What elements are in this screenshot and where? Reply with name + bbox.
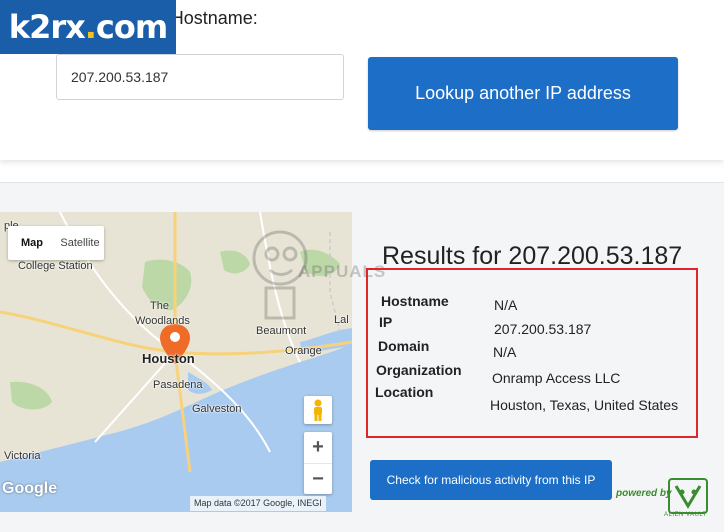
alienvault-logo-icon[interactable] xyxy=(668,478,708,514)
result-key-domain: Domain xyxy=(378,338,430,354)
map-label-college-station: College Station xyxy=(18,260,93,272)
map-type-toggle: Map Satellite xyxy=(8,226,104,260)
map-attribution[interactable]: Map data ©2017 Google, INEGI xyxy=(190,496,326,511)
map-label-woodlands: Woodlands xyxy=(135,315,190,327)
result-value-ip: 207.200.53.187 xyxy=(494,321,592,337)
map-label-pasadena: Pasadena xyxy=(153,379,203,391)
k2rx-logo: k2rx. com xyxy=(0,0,176,54)
pegman-icon xyxy=(314,399,322,421)
satellite-view-button[interactable]: Satellite xyxy=(56,226,104,260)
map-label-galveston: Galveston xyxy=(192,403,242,415)
logo-brand-dot: . xyxy=(84,8,97,46)
result-key-hostname: Hostname xyxy=(381,293,449,309)
ip-input[interactable] xyxy=(56,54,344,100)
zoom-out-button[interactable]: − xyxy=(304,464,332,495)
map-zoom-control: + − xyxy=(304,432,332,494)
logo-brand-left: k2rx xyxy=(8,8,86,46)
map-label-orange: Orange xyxy=(285,345,322,357)
logo-brand-right: com xyxy=(95,8,168,46)
powered-by-label: powered by xyxy=(616,488,672,499)
result-key-ip: IP xyxy=(379,314,393,330)
result-key-location: Location xyxy=(375,384,434,400)
map-label-the: The xyxy=(150,300,169,312)
map-label-victoria: Victoria xyxy=(4,450,41,462)
google-logo: Google xyxy=(2,480,58,497)
map-view-button[interactable]: Map xyxy=(8,226,56,260)
result-value-domain: N/A xyxy=(493,344,517,360)
results-title: Results for 207.200.53.187 xyxy=(382,242,683,270)
result-value-hostname: N/A xyxy=(494,297,518,313)
zoom-in-button[interactable]: + xyxy=(304,432,332,464)
result-key-organization: Organization xyxy=(376,362,462,378)
result-value-location: Houston, Texas, United States xyxy=(490,397,679,413)
alienvault-label: ALIEN VAULT xyxy=(664,512,707,518)
map-label-houston: Houston xyxy=(142,351,195,366)
street-view-pegman[interactable] xyxy=(304,396,332,424)
result-value-organization: Onramp Access LLC xyxy=(492,370,621,386)
lookup-button[interactable]: Lookup another IP address xyxy=(368,57,678,130)
check-malicious-button[interactable]: Check for malicious activity from this I… xyxy=(370,460,612,500)
